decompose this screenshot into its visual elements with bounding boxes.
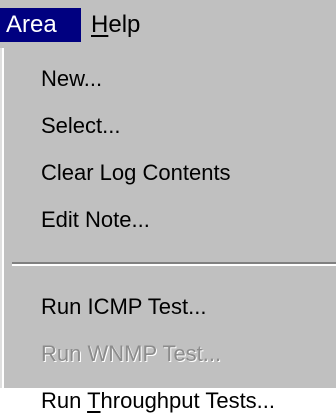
menu-item-edit-note[interactable]: Edit Note... [41, 203, 328, 237]
menu-item-clear-log-contents-label: Clear Log Contents [41, 160, 231, 185]
menu-item-new-label: New... [41, 66, 103, 91]
menu-item-run-wnmp-test: Run WNMP Test... [41, 337, 328, 371]
menu-item-run-throughput-prefix: Run [41, 388, 88, 413]
menu-help[interactable]: Help [85, 8, 155, 42]
menu-item-edit-note-label: Edit Note... [41, 207, 150, 232]
menu-help-rest: elp [108, 11, 141, 38]
menu-help-accelerator: H [91, 11, 109, 38]
menu-item-new[interactable]: New... [41, 62, 328, 96]
menu-item-select[interactable]: Select... [41, 109, 328, 143]
menu-item-run-icmp-test-label: Run ICMP Test... [41, 294, 207, 319]
menu-item-select-label: Select... [41, 113, 121, 138]
menu-item-run-throughput-accelerator: T [87, 388, 101, 413]
menu-item-clear-log-contents[interactable]: Clear Log Contents [41, 156, 328, 190]
area-dropdown-menu: New... Select... Clear Log Contents Edit… [0, 48, 336, 413]
menu-item-run-wnmp-test-label: Run WNMP Test... [41, 341, 222, 366]
menu-bar: Area Help [0, 0, 336, 48]
menu-separator [12, 262, 336, 266]
menu-item-run-throughput-rest: hroughput Tests... [100, 388, 276, 413]
menu-item-run-throughput-tests[interactable]: Run Throughput Tests... [41, 384, 328, 418]
menu-area[interactable]: Area [0, 8, 81, 42]
menu-area-label: Area [6, 11, 57, 38]
menu-item-run-icmp-test[interactable]: Run ICMP Test... [41, 290, 328, 324]
